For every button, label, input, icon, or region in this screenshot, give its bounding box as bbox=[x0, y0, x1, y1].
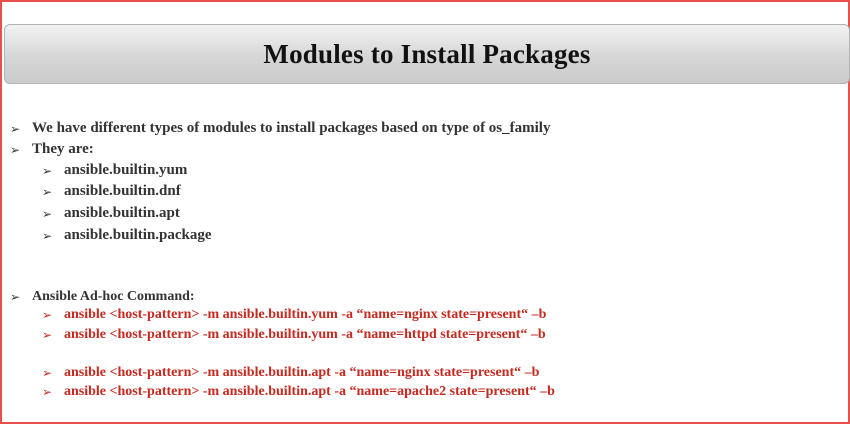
command-line: ➢ ansible <host-pattern> -m ansible.buil… bbox=[42, 365, 539, 381]
intro-text: We have different types of modules to in… bbox=[32, 120, 551, 136]
command-line: ➢ ansible <host-pattern> -m ansible.buil… bbox=[42, 307, 546, 323]
arrow-bullet-icon: ➢ bbox=[42, 308, 53, 322]
intro-bullet: ➢ They are: bbox=[10, 141, 94, 158]
command-text: ansible <host-pattern> -m ansible.builti… bbox=[64, 307, 547, 322]
arrow-bullet-icon: ➢ bbox=[42, 228, 53, 243]
arrow-bullet-icon: ➢ bbox=[42, 328, 53, 342]
arrow-bullet-icon: ➢ bbox=[10, 121, 21, 136]
arrow-bullet-icon: ➢ bbox=[10, 290, 21, 304]
module-name: ansible.builtin.apt bbox=[64, 205, 180, 221]
intro-bullet: ➢ We have different types of modules to … bbox=[10, 120, 550, 137]
arrow-bullet-icon: ➢ bbox=[42, 163, 53, 178]
arrow-bullet-icon: ➢ bbox=[42, 366, 53, 380]
slide: Modules to Install Packages ➢ We have di… bbox=[0, 0, 850, 424]
arrow-bullet-icon: ➢ bbox=[42, 184, 53, 199]
arrow-bullet-icon: ➢ bbox=[10, 142, 21, 157]
module-item: ➢ ansible.builtin.apt bbox=[42, 205, 180, 222]
module-item: ➢ ansible.builtin.dnf bbox=[42, 183, 181, 200]
module-name: ansible.builtin.yum bbox=[64, 162, 188, 178]
module-item: ➢ ansible.builtin.package bbox=[42, 227, 212, 244]
slide-title: Modules to Install Packages bbox=[263, 38, 591, 69]
adhoc-heading: ➢ Ansible Ad-hoc Command: bbox=[10, 289, 195, 305]
command-text: ansible <host-pattern> -m ansible.builti… bbox=[64, 384, 555, 399]
arrow-bullet-icon: ➢ bbox=[42, 206, 53, 221]
module-item: ➢ ansible.builtin.yum bbox=[42, 162, 187, 179]
title-bar: Modules to Install Packages bbox=[4, 24, 850, 84]
module-name: ansible.builtin.package bbox=[64, 227, 212, 243]
intro-text: They are: bbox=[32, 141, 94, 157]
command-line: ➢ ansible <host-pattern> -m ansible.buil… bbox=[42, 327, 546, 343]
command-text: ansible <host-pattern> -m ansible.builti… bbox=[64, 327, 546, 342]
module-name: ansible.builtin.dnf bbox=[64, 183, 181, 199]
command-line: ➢ ansible <host-pattern> -m ansible.buil… bbox=[42, 384, 555, 400]
arrow-bullet-icon: ➢ bbox=[42, 385, 53, 399]
adhoc-heading-text: Ansible Ad-hoc Command: bbox=[32, 289, 195, 304]
command-text: ansible <host-pattern> -m ansible.builti… bbox=[64, 365, 540, 380]
